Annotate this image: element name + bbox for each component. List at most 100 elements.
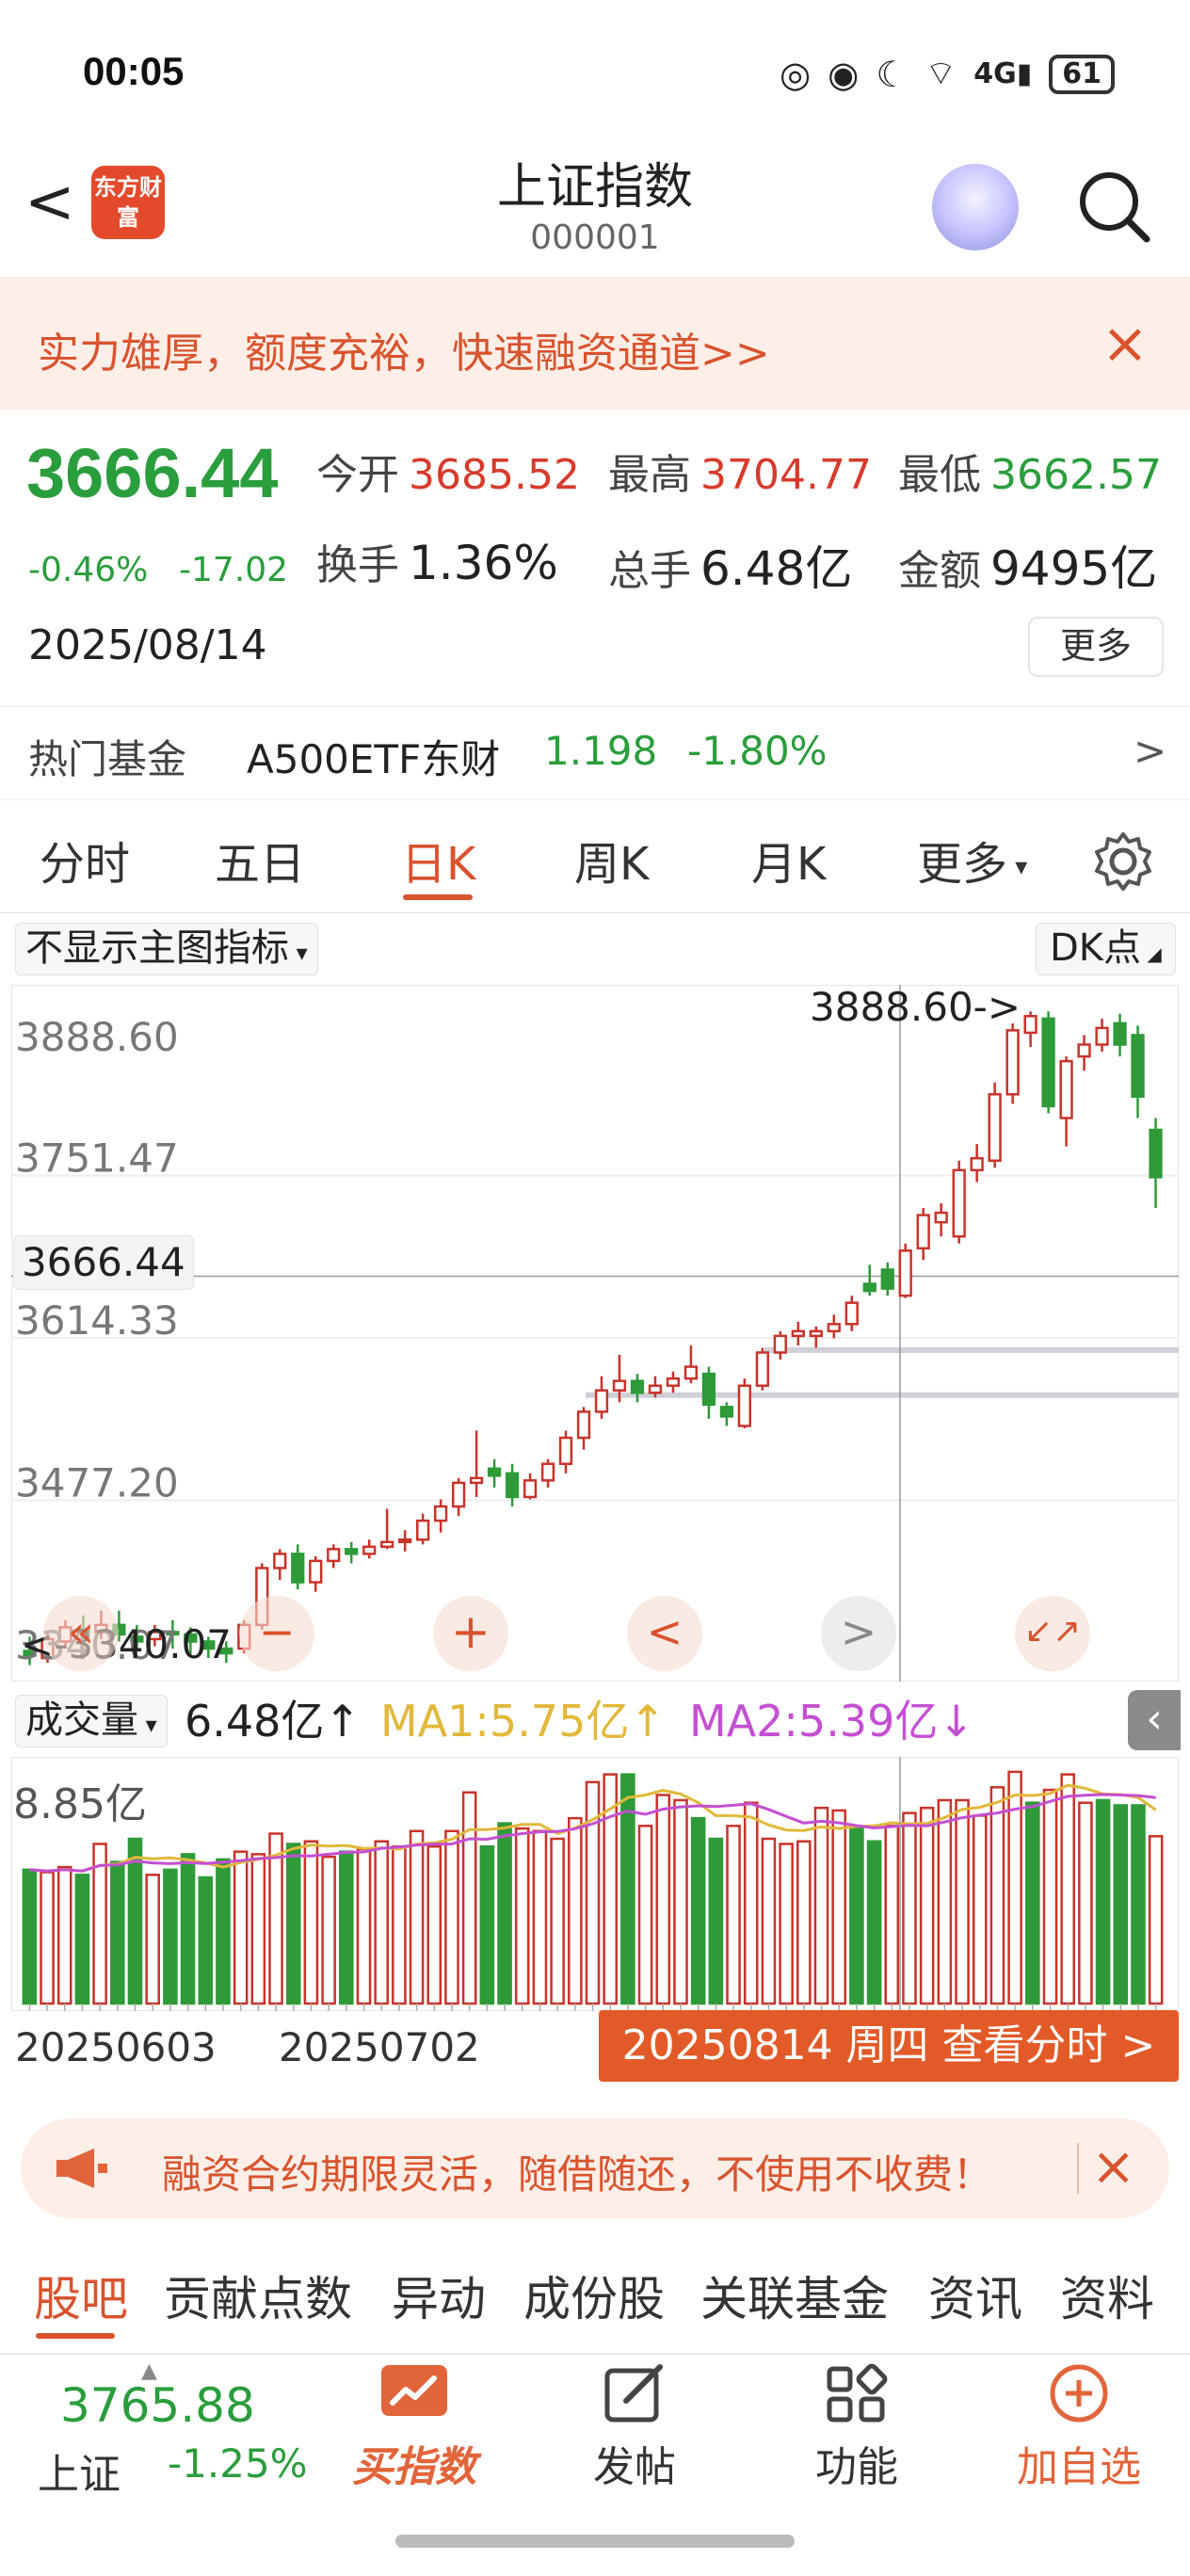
collapse-panel-button[interactable]: ‹: [1128, 1690, 1181, 1750]
volume-indicator-select[interactable]: 成交量 ▾: [15, 1695, 168, 1747]
candle-body: [1149, 1128, 1163, 1179]
volume-bar: [1025, 1801, 1040, 2005]
volume-bar: [409, 1829, 425, 2005]
stat-amount: 金额 9495亿: [898, 541, 1158, 596]
tab-daily-k[interactable]: 日K: [401, 827, 475, 893]
volume-bar: [1095, 1798, 1111, 2005]
zoom-out-button[interactable]: −: [239, 1596, 314, 1671]
fullscreen-icon[interactable]: ↙↗: [1015, 1596, 1090, 1671]
candle-body: [844, 1301, 859, 1326]
promo-banner[interactable]: 融资合约期限灵活，随借随还，不使用不收费！ ×: [21, 2118, 1169, 2218]
tab-five-day[interactable]: 五日: [215, 827, 305, 893]
banner-close-icon[interactable]: ×: [1102, 306, 1149, 381]
x-tick-label: 20250603: [15, 2024, 217, 2070]
hot-fund-row[interactable]: 热门基金 A500ETF东财 1.198 -1.80% >: [0, 706, 1190, 800]
candlestick-chart[interactable]: 3888.603751.473614.333477.203340.07: [11, 985, 1179, 1682]
scroll-left-fast-button[interactable]: «: [43, 1596, 119, 1671]
volume-bar: [1113, 1804, 1129, 2005]
volume-bar: [849, 1827, 864, 2005]
moon-icon: ☾: [876, 53, 909, 95]
candle-body: [1059, 1059, 1073, 1119]
subtab-contribution[interactable]: 贡献点数: [164, 2262, 352, 2329]
price-axis-label: 3614.33: [15, 1297, 179, 1344]
volume-bar: [637, 1825, 653, 2005]
search-icon[interactable]: [1073, 166, 1152, 245]
tab-weekly-k[interactable]: 周K: [574, 827, 649, 893]
candle-body: [540, 1462, 555, 1482]
subtab-movement[interactable]: 异动: [392, 2262, 486, 2329]
candle-body: [309, 1559, 323, 1584]
banner-text: 实力雄厚，额度充裕，快速融资通道>>: [38, 330, 770, 378]
candle-body: [773, 1334, 787, 1354]
home-indicator: [395, 2535, 795, 2548]
status-icons: ◎ ◉ ☾ ⌔ 4G▮ 61: [780, 53, 1115, 95]
volume-bar: [568, 1816, 583, 2005]
nav-index-change[interactable]: -1.25%: [168, 2440, 308, 2487]
candle-body: [648, 1384, 663, 1394]
volume-bar: [40, 1871, 55, 2005]
volume-bar: [708, 1837, 724, 2005]
volume-bar: [1078, 1801, 1093, 2005]
scroll-right-button[interactable]: >: [821, 1596, 896, 1671]
candle-body: [809, 1329, 823, 1338]
volume-bar: [972, 1814, 988, 2005]
volume-max-label: 8.85亿: [13, 1780, 147, 1828]
financing-banner[interactable]: 实力雄厚，额度充裕，快速融资通道>> ×: [0, 278, 1190, 410]
grid-icon: [827, 2363, 888, 2423]
main-indicator-select[interactable]: 不显示主图指标 ▾: [15, 923, 318, 975]
volume-value: 6.48亿↑: [185, 1696, 361, 1747]
volume-bar: [180, 1853, 196, 2005]
volume-bar: [813, 1806, 829, 2005]
hot-fund-name: A500ETF东财: [247, 736, 501, 782]
more-button[interactable]: 更多: [1028, 617, 1164, 677]
candle-body: [612, 1379, 627, 1393]
nav-index-name[interactable]: 上证: [38, 2440, 121, 2501]
volume-bar: [145, 1874, 160, 2005]
promo-close-icon[interactable]: ×: [1091, 2130, 1135, 2205]
candle-body: [934, 1211, 948, 1224]
subtab-forum[interactable]: 股吧: [34, 2262, 128, 2329]
candle-body: [898, 1249, 912, 1297]
volume-bar: [356, 1847, 372, 2005]
tab-intraday[interactable]: 分时: [40, 827, 130, 893]
nav-add-watchlist[interactable]: 加自选: [994, 2363, 1164, 2493]
subtab-news[interactable]: 资讯: [928, 2262, 1022, 2329]
nav-index-price[interactable]: 3765.88: [60, 2378, 255, 2433]
candle-body: [1023, 1015, 1037, 1035]
candle-body: [880, 1268, 894, 1290]
view-intraday-button[interactable]: 20250814 周四 查看分时 >: [599, 2010, 1179, 2082]
volume-bar: [303, 1840, 319, 2005]
volume-bar: [426, 1844, 442, 2005]
candle-body: [469, 1476, 484, 1485]
candle-body: [988, 1093, 1002, 1162]
nav-post[interactable]: 发帖: [550, 2363, 719, 2493]
nav-functions[interactable]: 功能: [772, 2363, 941, 2493]
assistant-avatar-icon[interactable]: [932, 164, 1019, 250]
candle-body: [1041, 1017, 1055, 1108]
volume-bar: [919, 1806, 935, 2005]
volume-bar: [321, 1855, 336, 2005]
zoom-in-button[interactable]: +: [433, 1596, 508, 1671]
volume-chart[interactable]: [11, 1757, 1179, 2011]
tab-monthly-k[interactable]: 月K: [751, 827, 826, 893]
promo-text: 融资合约期限灵活，随借随还，不使用不收费！: [162, 2151, 993, 2198]
gear-icon[interactable]: [1090, 829, 1156, 894]
volume-bar: [444, 1829, 459, 2005]
stat-turnover: 换手 1.36%: [316, 536, 558, 590]
candle-body: [505, 1472, 520, 1499]
scroll-left-button[interactable]: <: [627, 1596, 702, 1671]
tab-more[interactable]: 更多 ▾: [917, 827, 1027, 893]
volume-bar: [392, 1844, 407, 2005]
volume-bar: [216, 1858, 231, 2005]
stat-open: 今开 3685.52: [316, 451, 580, 499]
subtab-related-funds[interactable]: 关联基金: [700, 2262, 889, 2329]
subtab-profile[interactable]: 资料: [1060, 2262, 1154, 2329]
volume-bar: [339, 1850, 354, 2005]
price-axis-label: 3751.47: [15, 1135, 179, 1181]
nav-buy-index[interactable]: 买指数: [330, 2363, 499, 2493]
subtab-constituents[interactable]: 成份股: [523, 2262, 665, 2329]
dk-point-button[interactable]: DK点 ◢: [1036, 923, 1176, 975]
volume-bar: [56, 1865, 72, 2005]
volume-bar: [1131, 1804, 1146, 2005]
volume-bar: [1042, 1788, 1058, 2005]
